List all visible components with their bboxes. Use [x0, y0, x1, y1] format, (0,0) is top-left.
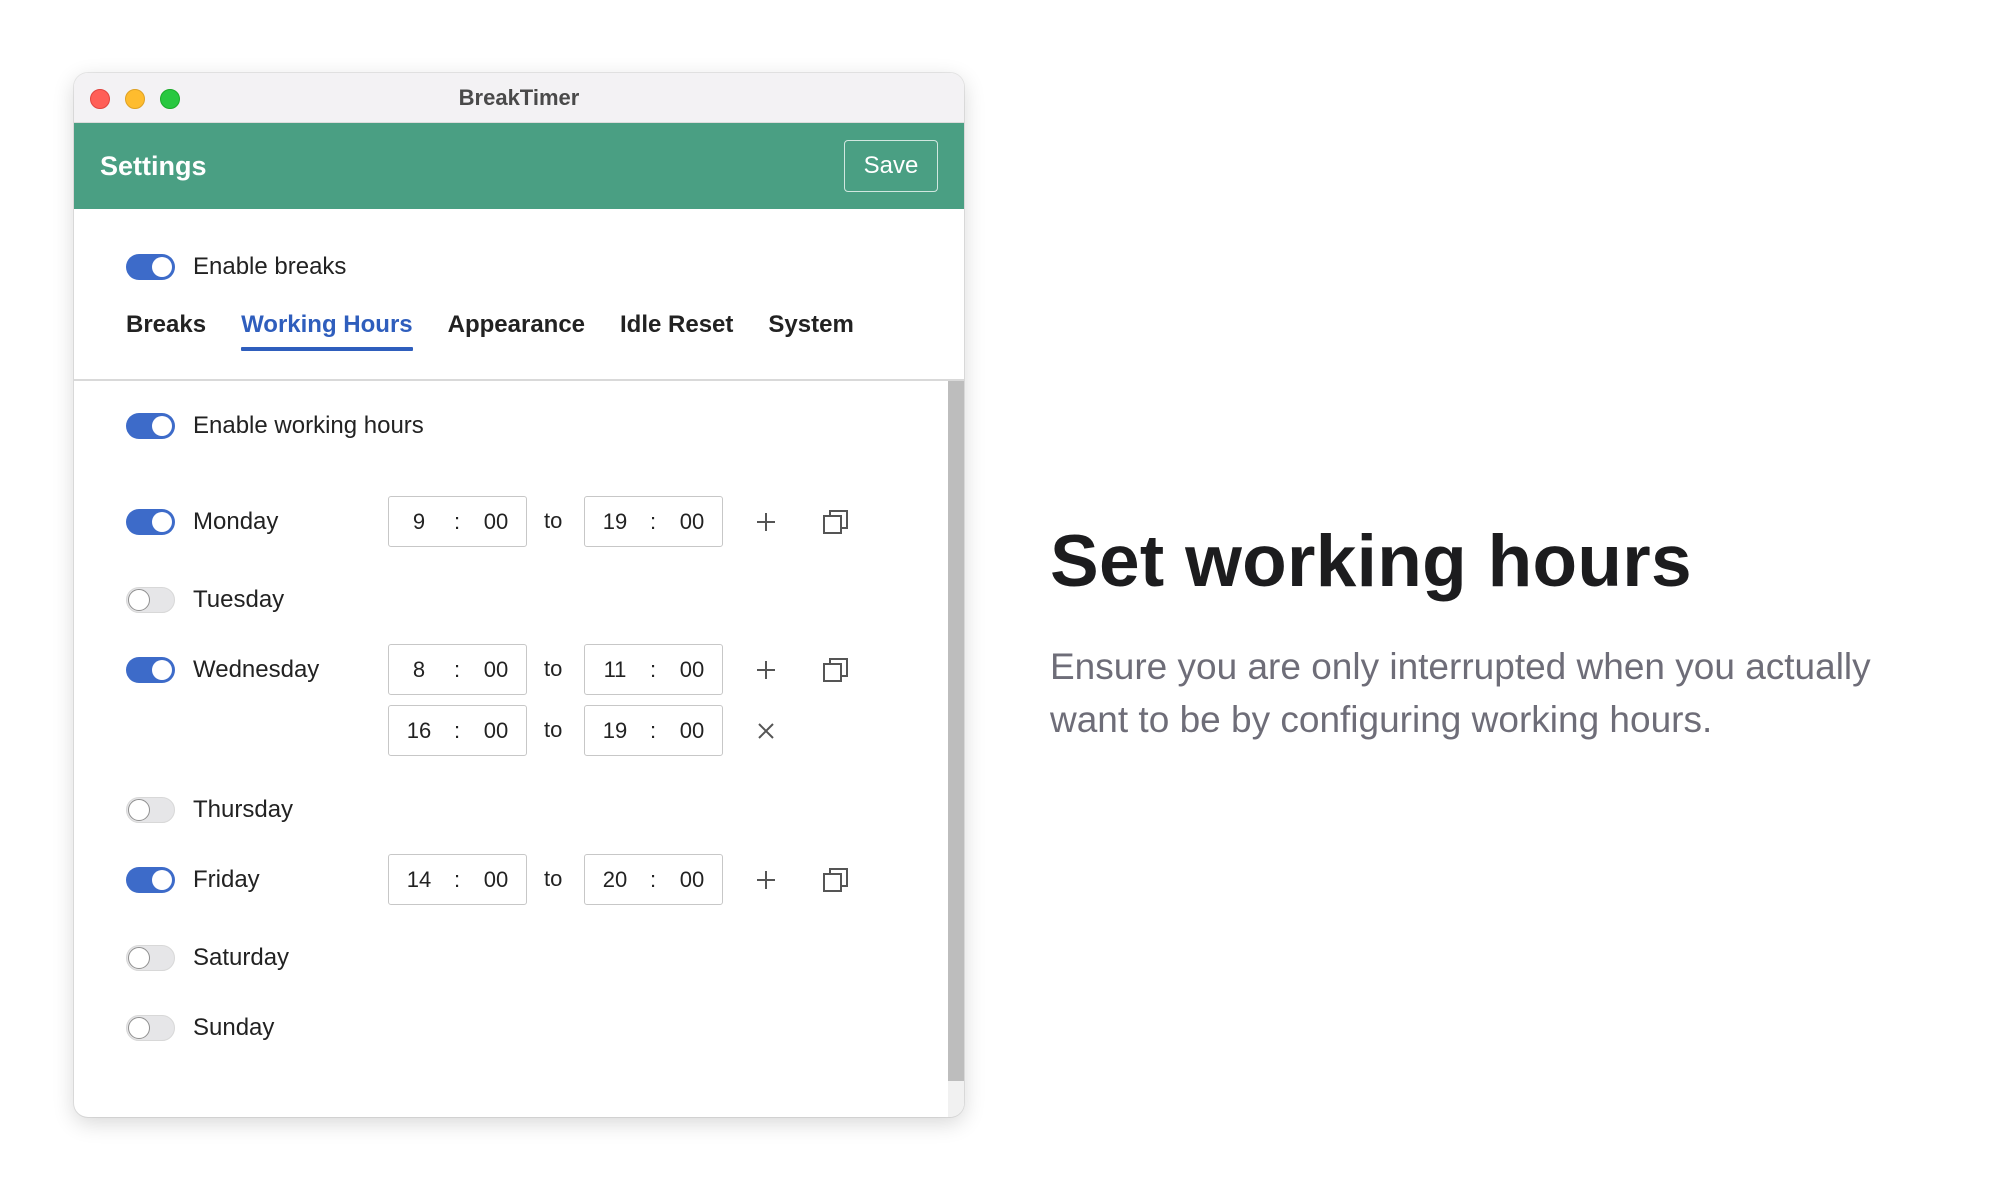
monday-from-time-input[interactable]: 9 : 00	[388, 496, 527, 547]
tab-breaks[interactable]: Breaks	[126, 311, 206, 351]
enable-breaks-row: Enable breaks	[126, 253, 346, 281]
enable-working-hours-toggle[interactable]	[126, 413, 175, 439]
time-separator: :	[453, 866, 461, 892]
wednesday-to-time-input-1[interactable]: 11 : 00	[584, 644, 723, 695]
wednesday-copy-button[interactable]	[818, 652, 854, 688]
maximize-window-button[interactable]	[160, 89, 180, 109]
hour-value: 11	[603, 656, 627, 682]
range-to-label: to	[544, 508, 563, 533]
sunday-toggle[interactable]	[126, 1015, 175, 1041]
copy-icon	[823, 658, 848, 682]
friday-from-time-input[interactable]: 14 : 00	[388, 854, 527, 905]
monday-to-time-input[interactable]: 19 : 00	[584, 496, 723, 547]
scrollbar-thumb[interactable]	[948, 381, 964, 1081]
minute-value: 00	[679, 508, 705, 534]
saturday-toggle[interactable]	[126, 945, 175, 971]
plus-icon	[757, 513, 775, 531]
working-hours-panel: Enable working hours Monday 9 : 00 to 19…	[74, 381, 964, 1117]
day-row-thursday: Thursday	[126, 796, 293, 824]
day-label-monday: Monday	[193, 508, 279, 535]
tab-working-hours[interactable]: Working Hours	[241, 311, 413, 351]
close-window-button[interactable]	[90, 89, 110, 109]
settings-tabs: Breaks Working Hours Appearance Idle Res…	[126, 311, 854, 351]
range-to-label: to	[544, 656, 563, 681]
minute-value: 00	[679, 656, 705, 682]
day-label-saturday: Saturday	[193, 944, 290, 971]
hero-description: Ensure you are only interrupted when you…	[1050, 646, 1871, 740]
enable-breaks-toggle[interactable]	[126, 254, 175, 280]
window-controls	[90, 89, 180, 109]
day-row-monday: Monday	[126, 508, 278, 536]
day-row-wednesday: Wednesday	[126, 656, 319, 684]
hour-value: 16	[406, 717, 432, 743]
tab-appearance[interactable]: Appearance	[448, 311, 585, 351]
scrollbar[interactable]	[948, 381, 964, 1117]
title-bar: BreakTimer	[74, 73, 964, 123]
thursday-toggle[interactable]	[126, 797, 175, 823]
tab-system[interactable]: System	[768, 311, 853, 351]
tab-idle-reset[interactable]: Idle Reset	[620, 311, 733, 351]
minute-value: 00	[679, 866, 705, 892]
settings-header: Settings Save	[74, 123, 964, 209]
wednesday-add-range-button[interactable]	[748, 652, 784, 688]
time-separator: :	[649, 656, 657, 682]
friday-to-time-input[interactable]: 20 : 00	[584, 854, 723, 905]
day-label-tuesday: Tuesday	[193, 586, 285, 613]
time-separator: :	[649, 866, 657, 892]
monday-copy-button[interactable]	[818, 504, 854, 540]
copy-icon	[823, 510, 848, 534]
settings-top-section: Enable breaks Breaks Working Hours Appea…	[74, 209, 964, 381]
minute-value: 00	[483, 508, 509, 534]
plus-icon	[757, 871, 775, 889]
time-separator: :	[453, 656, 461, 682]
hour-value: 19	[602, 717, 628, 743]
hour-value: 20	[602, 866, 628, 892]
wednesday-to-time-input-2[interactable]: 19 : 00	[584, 705, 723, 756]
enable-working-hours-label: Enable working hours	[193, 412, 424, 439]
time-separator: :	[649, 717, 657, 743]
wednesday-from-time-input-1[interactable]: 8 : 00	[388, 644, 527, 695]
hour-value: 8	[412, 656, 426, 682]
minute-value: 00	[483, 866, 509, 892]
enable-breaks-label: Enable breaks	[193, 253, 347, 280]
day-row-sunday: Sunday	[126, 1014, 274, 1042]
time-separator: :	[453, 508, 461, 534]
copy-icon	[823, 868, 848, 892]
hour-value: 9	[412, 508, 426, 534]
day-row-saturday: Saturday	[126, 944, 289, 972]
monday-toggle[interactable]	[126, 509, 175, 535]
minute-value: 00	[483, 717, 509, 743]
friday-toggle[interactable]	[126, 867, 175, 893]
close-icon	[758, 723, 774, 739]
day-label-friday: Friday	[193, 866, 260, 893]
friday-add-range-button[interactable]	[748, 862, 784, 898]
breaktimer-window: BreakTimer Settings Save Enable breaks B…	[74, 73, 964, 1117]
day-label-sunday: Sunday	[193, 1014, 275, 1041]
hero-title: Set working hours	[1050, 521, 1692, 602]
save-button[interactable]: Save	[844, 140, 938, 192]
hour-value: 19	[602, 508, 628, 534]
monday-add-range-button[interactable]	[748, 504, 784, 540]
window-title: BreakTimer	[458, 84, 580, 110]
hour-value: 14	[406, 866, 432, 892]
day-label-thursday: Thursday	[193, 796, 294, 823]
wednesday-remove-range-button[interactable]	[748, 713, 784, 749]
friday-copy-button[interactable]	[818, 862, 854, 898]
range-to-label: to	[544, 717, 563, 742]
time-separator: :	[649, 508, 657, 534]
range-to-label: to	[544, 866, 563, 891]
tuesday-toggle[interactable]	[126, 587, 175, 613]
plus-icon	[757, 661, 775, 679]
day-row-tuesday: Tuesday	[126, 586, 284, 614]
enable-working-hours-row: Enable working hours	[126, 412, 424, 440]
minute-value: 00	[679, 717, 705, 743]
minimize-window-button[interactable]	[125, 89, 145, 109]
wednesday-from-time-input-2[interactable]: 16 : 00	[388, 705, 527, 756]
settings-title: Settings	[100, 150, 207, 181]
time-separator: :	[453, 717, 461, 743]
day-label-wednesday: Wednesday	[193, 656, 320, 683]
day-row-friday: Friday	[126, 866, 260, 894]
wednesday-toggle[interactable]	[126, 657, 175, 683]
minute-value: 00	[483, 656, 509, 682]
